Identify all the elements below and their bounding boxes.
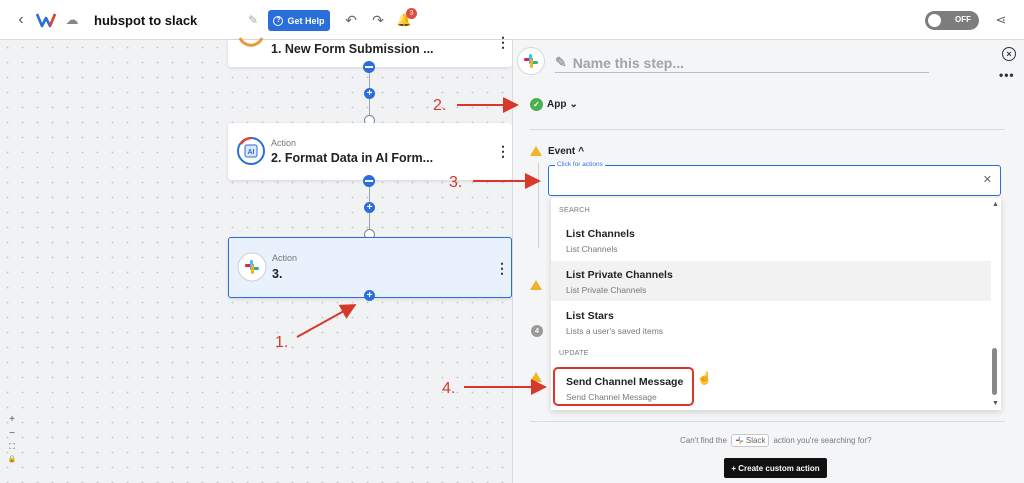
step-name-placeholder: Name this step... <box>572 54 684 71</box>
warning-icon <box>530 280 542 290</box>
zoom-controls: + − ⛶ 🔒 <box>5 414 19 463</box>
check-icon: ✓ <box>530 98 543 111</box>
option-description: List Private Channels <box>566 285 647 295</box>
cloud-icon: ☁ <box>65 12 79 27</box>
cant-find-prefix: Can't find the <box>680 436 727 445</box>
cant-find-suffix: action you're searching for? <box>773 436 872 445</box>
split-connector-icon[interactable] <box>363 175 375 187</box>
slack-logo-icon <box>237 252 267 282</box>
section-divider <box>530 421 1005 422</box>
slack-chip: Slack <box>730 434 770 447</box>
slack-chip-label: Slack <box>745 436 766 445</box>
kebab-menu-icon[interactable]: ⋮ <box>495 260 509 277</box>
add-step-icon[interactable]: + <box>364 88 375 99</box>
chevron-up-icon: ^ <box>578 146 585 157</box>
scroll-down-icon[interactable]: ▼ <box>992 400 999 407</box>
get-help-label: Get Help <box>287 15 325 26</box>
warning-icon <box>530 146 542 156</box>
app-section-header[interactable]: App ⌄ <box>547 99 578 110</box>
undo-icon[interactable]: ↶ <box>344 12 358 28</box>
clear-icon[interactable]: ✕ <box>983 173 992 186</box>
kebab-menu-icon[interactable]: ⋮ <box>496 34 510 51</box>
zoom-out-icon[interactable]: − <box>9 428 15 439</box>
action-option[interactable]: List Stars Lists a user's saved items <box>551 302 991 342</box>
annotation-number-2: 2. <box>433 97 447 114</box>
annotation-number-3: 3. <box>449 174 463 191</box>
slack-app-icon <box>517 47 545 75</box>
workflow-node-slack[interactable]: Action 3. ⋮ <box>228 237 512 298</box>
chevron-down-icon: ⌄ <box>569 99 578 110</box>
svg-text:AI: AI <box>248 149 255 156</box>
add-step-icon[interactable]: + <box>364 202 375 213</box>
back-icon[interactable]: ‹ <box>12 10 30 30</box>
section-rail <box>538 163 539 248</box>
share-icon[interactable]: ⋖ <box>993 12 1009 28</box>
pencil-icon: ✎ <box>555 54 567 70</box>
highlight-box <box>553 367 694 406</box>
node-kind: Action <box>272 253 298 263</box>
split-connector-icon[interactable] <box>363 61 375 73</box>
node-title: 1. New Form Submission ... <box>271 42 434 56</box>
lock-icon[interactable]: 🔒 <box>8 455 17 463</box>
step-number-badge: 4 <box>531 325 543 337</box>
question-icon: ? <box>273 15 284 26</box>
top-bar: ‹ ☁ hubspot to slack ✎ ? Get Help ↶ ↷ 🔔 … <box>0 0 1024 40</box>
slack-small-icon <box>735 436 743 445</box>
scroll-up-icon[interactable]: ▲ <box>992 201 999 208</box>
redo-icon[interactable]: ↷ <box>371 12 385 28</box>
toggle-label: OFF <box>955 15 971 24</box>
close-icon[interactable]: × <box>1002 47 1016 61</box>
option-description: List Channels <box>566 244 618 254</box>
action-option[interactable]: List Channels List Channels <box>551 220 991 260</box>
hand-cursor-icon: ☝ <box>697 371 712 385</box>
kebab-menu-icon[interactable]: ⋮ <box>496 143 510 160</box>
create-custom-action-button[interactable]: + Create custom action <box>724 458 827 478</box>
option-title: List Private Channels <box>566 269 673 281</box>
fit-view-icon[interactable]: ⛶ <box>9 442 15 452</box>
step-name-input[interactable]: ✎ Name this step... <box>555 53 929 73</box>
annotation-number-1: 1. <box>275 334 289 351</box>
ai-format-icon: AI <box>236 136 266 166</box>
logo-icon <box>36 12 60 28</box>
event-label: Event <box>548 146 576 157</box>
action-option[interactable]: List Private Channels List Private Chann… <box>551 261 991 301</box>
warning-icon <box>530 372 542 382</box>
get-help-button[interactable]: ? Get Help <box>268 10 330 31</box>
app-label: App <box>547 99 567 110</box>
annotation-number-4: 4. <box>442 380 456 397</box>
event-section-header[interactable]: Event ^ <box>548 146 584 157</box>
workflow-node-format-data[interactable]: AI Action 2. Format Data in AI Form... ⋮ <box>228 123 512 180</box>
section-divider <box>530 129 1005 130</box>
event-search-input[interactable]: Click for actions ✕ <box>548 161 1001 196</box>
node-title: 3. <box>272 267 283 281</box>
edit-pencil-icon[interactable]: ✎ <box>246 12 260 28</box>
cant-find-text: Can't find the Slack action you're searc… <box>680 434 871 447</box>
option-description: Lists a user's saved items <box>566 326 664 336</box>
node-title: 2. Format Data in AI Form... <box>271 151 434 165</box>
add-step-icon[interactable]: + <box>364 290 375 301</box>
option-title: List Channels <box>566 228 635 240</box>
notification-badge: 3 <box>406 8 417 19</box>
more-options-icon[interactable]: ••• <box>999 68 1015 82</box>
group-update-label: UPDATE <box>559 350 589 357</box>
node-kind: Action <box>271 138 297 148</box>
workflow-title[interactable]: hubspot to slack <box>94 13 197 28</box>
group-search-label: SEARCH <box>559 207 590 214</box>
dropdown-scrollbar[interactable] <box>992 348 997 395</box>
form-trigger-icon <box>236 30 266 60</box>
zoom-in-icon[interactable]: + <box>9 414 15 425</box>
option-title: List Stars <box>566 310 614 322</box>
toggle-knob <box>928 14 941 27</box>
event-input-label: Click for actions <box>555 161 605 168</box>
workflow-toggle[interactable]: OFF <box>925 11 979 30</box>
